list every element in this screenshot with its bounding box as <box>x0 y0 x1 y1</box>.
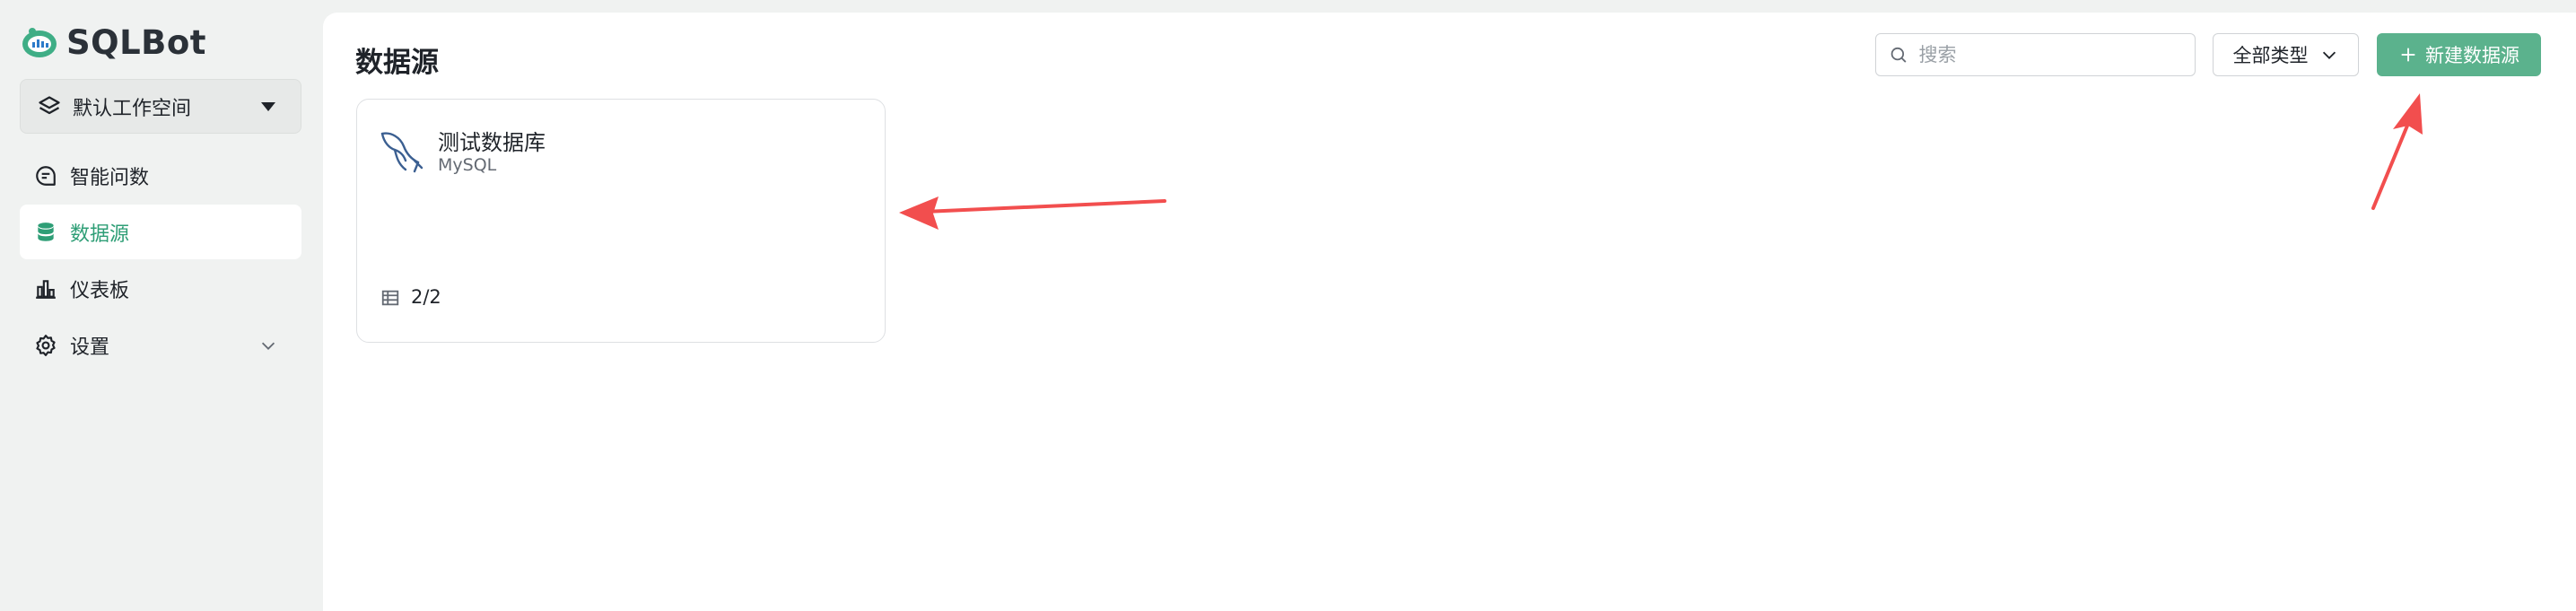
datasource-type: MySQL <box>438 155 497 175</box>
dashboard-icon <box>36 279 56 299</box>
plus-icon <box>2401 48 2415 62</box>
app-window: SQLBot 默认工作空间 智能问数 数据源 仪表板 设置 数据源 搜索 全部类… <box>0 0 2576 611</box>
datasource-name: 测试数据库 <box>438 130 546 155</box>
table-count: 2/2 <box>411 286 441 308</box>
sidebar-item-label: 设置 <box>70 336 110 359</box>
sidebar-item-label: 数据源 <box>70 223 130 246</box>
chevron-down-icon <box>261 342 275 350</box>
sidebar: SQLBot 默认工作空间 智能问数 数据源 仪表板 设置 <box>0 0 323 611</box>
gear-icon <box>36 334 56 356</box>
app-logo[interactable]: SQLBot <box>20 20 206 65</box>
search-input[interactable] <box>1918 44 2182 65</box>
type-filter-select[interactable]: 全部类型 <box>2213 33 2359 76</box>
workspace-label: 默认工作空间 <box>73 97 192 120</box>
caret-down-icon <box>261 101 275 111</box>
chevron-down-icon <box>2322 51 2336 59</box>
sidebar-item-dashboard[interactable]: 仪表板 <box>20 261 301 316</box>
datasource-card[interactable]: 测试数据库 MySQL 2/2 <box>356 99 886 343</box>
sidebar-item-chat[interactable]: 智能问数 <box>20 148 301 203</box>
sidebar-item-datasource[interactable]: 数据源 <box>20 205 301 259</box>
search-box[interactable] <box>1875 33 2196 76</box>
app-name: SQLBot <box>66 22 206 62</box>
page-title: 数据源 <box>355 47 439 79</box>
sidebar-item-settings[interactable]: 设置 <box>20 318 301 372</box>
sidebar-nav: 智能问数 数据源 仪表板 设置 <box>20 148 301 374</box>
mysql-dolphin-icon <box>380 132 424 173</box>
layers-icon <box>39 95 60 114</box>
main-panel: 数据源 全部类型 新建数据源 <box>323 13 2576 611</box>
table-icon <box>381 290 399 306</box>
sidebar-item-label: 智能问数 <box>70 166 150 189</box>
workspace-selector[interactable]: 默认工作空间 <box>20 79 301 134</box>
chat-icon <box>36 165 56 186</box>
sqlbot-logo-icon <box>22 28 57 57</box>
new-datasource-button[interactable]: 新建数据源 <box>2377 33 2541 76</box>
type-filter-label: 全部类型 <box>2232 45 2309 66</box>
database-icon <box>38 222 54 241</box>
search-icon <box>1891 47 1907 63</box>
new-datasource-label: 新建数据源 <box>2425 45 2519 66</box>
sidebar-item-label: 仪表板 <box>70 279 130 302</box>
